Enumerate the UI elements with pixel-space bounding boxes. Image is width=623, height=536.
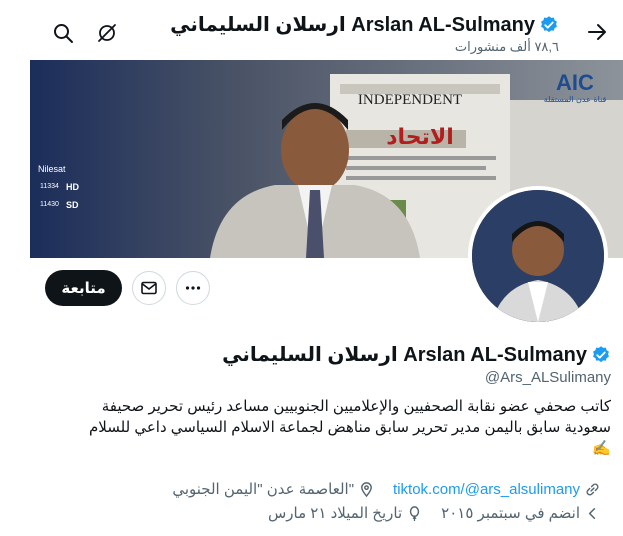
profile-bio: كاتب صحفي عضو نقابة الصحفيين والإعلاميين…: [21, 396, 611, 459]
grok-icon[interactable]: [96, 22, 118, 44]
follow-button[interactable]: متابعة: [45, 270, 122, 306]
chevron-icon: [588, 507, 596, 519]
link-icon: [586, 482, 599, 496]
banner-channel-subtitle: قناة عدن المستقلة: [544, 95, 607, 104]
profile-info: Arslan AL-Sulmany ارسلان السليماني @Ars_…: [21, 342, 611, 459]
header-title: Arslan AL-Sulmany ارسلان السليماني: [170, 12, 559, 37]
profile-meta: tiktok.com/@ars_alsulimany "العاصمة عدن …: [21, 478, 601, 526]
location-text: "العاصمة عدن "اليمن الجنوبي: [172, 481, 355, 498]
website-link[interactable]: tiktok.com/@ars_alsulimany: [393, 481, 580, 498]
header-display-name: Arslan AL-Sulmany ارسلان السليماني: [170, 14, 535, 36]
balloon-icon: [409, 505, 420, 521]
birthday-item: تاريخ الميلاد ٢١ مارس: [268, 504, 423, 522]
meta-row-2: انضم في سبتمبر ٢٠١٥ تاريخ الميلاد ٢١ مار…: [21, 502, 601, 524]
profile-name-row: Arslan AL-Sulmany ارسلان السليماني: [21, 342, 611, 367]
banner-newspaper-masthead: INDEPENDENT: [358, 92, 462, 108]
website-item[interactable]: tiktok.com/@ars_alsulimany: [393, 481, 601, 498]
banner-newspaper-arabic: الاتحاد: [386, 125, 454, 150]
bio-emoji: ✍️: [592, 440, 611, 457]
header-title-group: Arslan AL-Sulmany ارسلان السليماني ٧٨,٦ …: [170, 12, 559, 55]
banner-ticker-0: Nilesat: [38, 164, 66, 174]
message-button[interactable]: [132, 271, 166, 305]
more-options-button[interactable]: [176, 271, 210, 305]
posts-count: ٧٨,٦ ألف منشورات: [454, 39, 559, 54]
search-icon[interactable]: [52, 22, 74, 44]
location-item: "العاصمة عدن "اليمن الجنوبي: [172, 480, 375, 498]
verified-badge-icon: [539, 15, 559, 35]
back-arrow-icon[interactable]: [585, 20, 609, 44]
joined-item: انضم في سبتمبر ٢٠١٥: [441, 504, 601, 522]
verified-badge-icon[interactable]: [591, 345, 611, 365]
envelope-icon: [141, 281, 157, 295]
avatar[interactable]: [468, 186, 608, 326]
banner-channel-logo: AIC: [556, 70, 594, 95]
top-bar: Arslan AL-Sulmany ارسلان السليماني ٧٨,٦ …: [0, 0, 623, 60]
banner-ticker-4: SD: [66, 200, 79, 210]
banner-ticker-3: 11430: [40, 201, 59, 208]
location-pin-icon: [361, 481, 372, 497]
banner-ticker-2: HD: [66, 182, 79, 192]
meta-row-1: tiktok.com/@ars_alsulimany "العاصمة عدن …: [21, 478, 601, 500]
bio-line-2: سعودية سابق باليمن مدير تحرير سابق مناهض…: [89, 419, 611, 436]
joined-text: انضم في سبتمبر ٢٠١٥: [441, 505, 580, 522]
banner-ticker-1: 11334: [40, 183, 59, 190]
profile-display-name: Arslan AL-Sulmany ارسلان السليماني: [222, 344, 587, 366]
profile-handle: @Ars_ALSulimany: [484, 369, 611, 386]
more-dots-icon: [185, 286, 201, 290]
bio-line-1: كاتب صحفي عضو نقابة الصحفيين والإعلاميين…: [101, 398, 611, 415]
birthday-text: تاريخ الميلاد ٢١ مارس: [267, 505, 403, 522]
